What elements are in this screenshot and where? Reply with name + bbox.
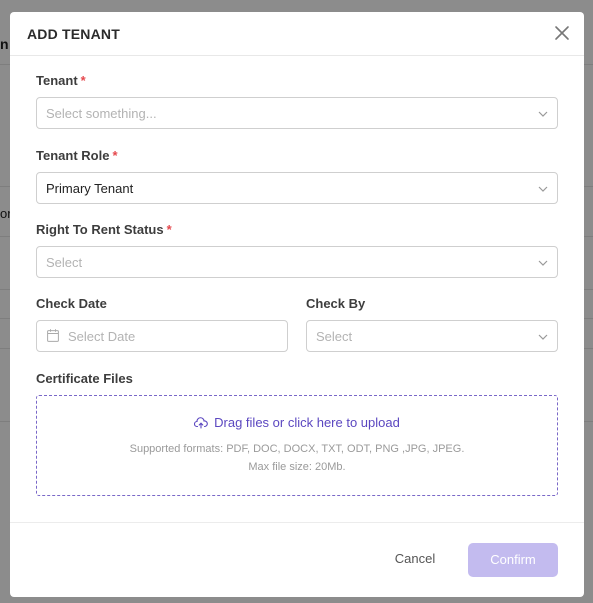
modal-header: ADD TENANT: [10, 12, 584, 56]
modal-title: ADD TENANT: [27, 26, 120, 42]
right-to-rent-placeholder: Select: [46, 255, 83, 270]
max-file-size-text: Max file size: 20Mb.: [248, 461, 346, 473]
required-mark: *: [80, 73, 86, 88]
footer-divider: [10, 522, 584, 523]
close-icon: [555, 26, 569, 40]
check-date-input[interactable]: Select Date: [36, 320, 288, 352]
check-by-placeholder: Select: [316, 329, 353, 344]
tenant-role-label: Tenant Role *: [36, 148, 118, 163]
supported-formats-text: Supported formats: PDF, DOC, DOCX, TXT, …: [129, 443, 465, 455]
certificate-files-label: Certificate Files: [36, 371, 133, 386]
tenant-select[interactable]: Select something...: [36, 97, 558, 129]
file-upload-dropzone[interactable]: Drag files or click here to upload Suppo…: [36, 395, 558, 496]
required-mark: *: [112, 148, 118, 163]
upload-text: Drag files or click here to upload: [214, 415, 400, 430]
right-to-rent-label-text: Right To Rent Status: [36, 222, 164, 237]
check-by-select[interactable]: Select: [306, 320, 558, 352]
calendar-icon: [47, 329, 59, 342]
chevron-down-icon: [538, 186, 548, 192]
tenant-label: Tenant *: [36, 73, 86, 88]
chevron-down-icon: [538, 334, 548, 340]
tenant-select-placeholder: Select something...: [46, 106, 157, 121]
tenant-label-text: Tenant: [36, 73, 78, 88]
cloud-upload-icon: [194, 417, 208, 429]
tenant-role-value: Primary Tenant: [46, 181, 134, 196]
close-button[interactable]: [554, 25, 570, 41]
right-to-rent-select[interactable]: Select: [36, 246, 558, 278]
chevron-down-icon: [538, 260, 548, 266]
check-date-label: Check Date: [36, 296, 107, 311]
tenant-role-label-text: Tenant Role: [36, 148, 110, 163]
chevron-down-icon: [538, 111, 548, 117]
cancel-button[interactable]: Cancel: [380, 544, 450, 574]
required-mark: *: [166, 222, 172, 237]
check-date-placeholder: Select Date: [68, 329, 136, 344]
tenant-role-select[interactable]: Primary Tenant: [36, 172, 558, 204]
confirm-button[interactable]: Confirm: [468, 543, 558, 577]
check-by-label: Check By: [306, 296, 366, 311]
add-tenant-modal: ADD TENANT Tenant * Select something... T…: [10, 12, 584, 597]
upload-prompt[interactable]: Drag files or click here to upload: [37, 415, 557, 430]
right-to-rent-label: Right To Rent Status *: [36, 222, 172, 237]
